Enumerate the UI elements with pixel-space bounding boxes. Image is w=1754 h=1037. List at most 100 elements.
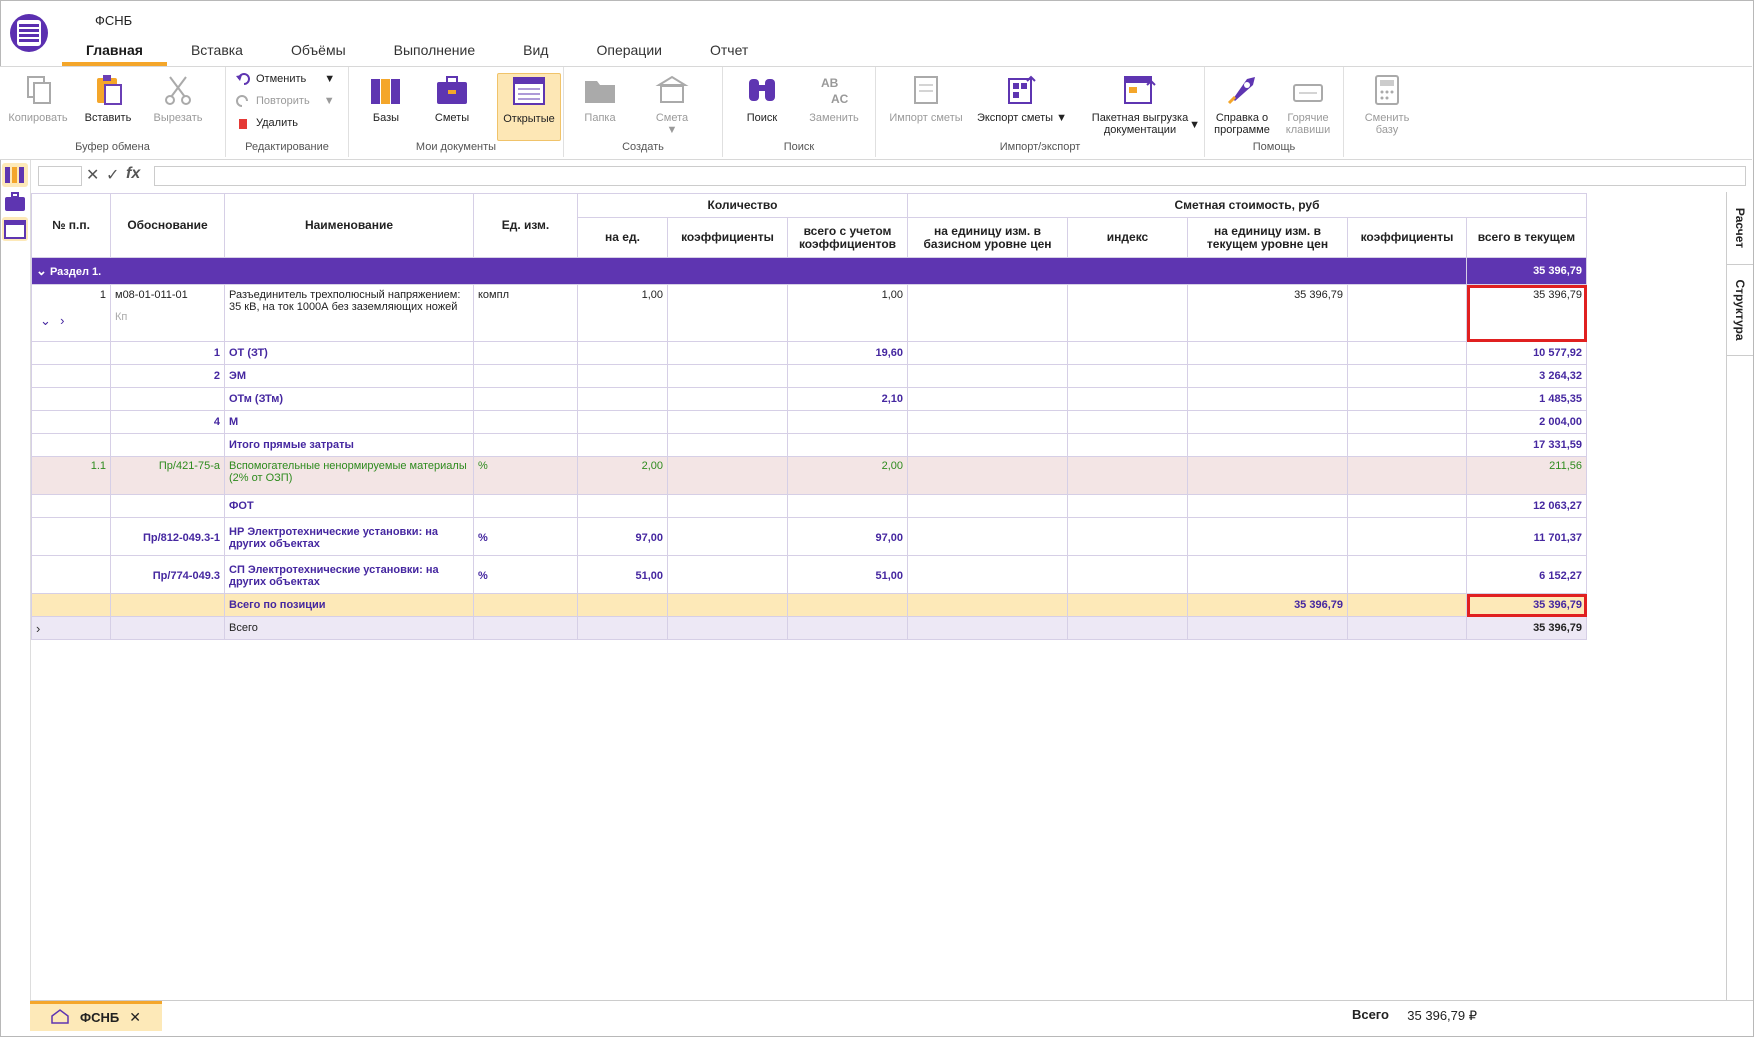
keyboard-icon [1291,73,1325,107]
tab-structure[interactable]: Структура [1727,265,1753,356]
table-row-m[interactable]: 4 М 2 004,00 [31,410,1587,434]
tab-calculation[interactable]: Расчет [1727,192,1753,265]
header-unit[interactable]: Ед. изм. [473,193,578,258]
header-cost-current[interactable]: на единицу изм. в текущем уровне цен [1187,217,1348,258]
header-qty-total[interactable]: всего с учетом коэффициентов [787,217,908,258]
chevron-down-icon[interactable]: ⌄ [40,313,51,328]
table-row-otm[interactable]: ОТм (ЗТм) 2,10 1 485,35 [31,387,1587,411]
document-tab[interactable]: ФСНБ ✕ [30,1001,162,1031]
table-row-grand-total[interactable]: › Всего 35 396,79 [31,616,1587,640]
redo-dropdown-icon[interactable]: ▼ [324,95,335,107]
batch-export-button[interactable]: Пакетная выгрузка документации ▼ [1082,73,1200,136]
section-row[interactable]: ⌄ Раздел 1. 35 396,79 [31,257,1587,285]
header-cost-index[interactable]: индекс [1067,217,1188,258]
table-row-direct-total[interactable]: Итого прямые затраты 17 331,59 [31,433,1587,457]
tab-execution[interactable]: Выполнение [370,38,499,66]
import-button[interactable]: Импорт сметы [884,73,968,124]
open-docs-side-icon[interactable] [2,217,28,241]
header-name[interactable]: Наименование [224,193,474,258]
undo-button[interactable]: Отменить ▼ [236,73,335,85]
table-row-aux-materials[interactable]: 1.1 Пр/421-75-а Вспомогательные ненормир… [31,456,1587,495]
tab-main[interactable]: Главная [62,38,167,66]
row-total-highlighted[interactable]: 35 396,79 [1466,284,1587,342]
tab-insert[interactable]: Вставка [167,38,267,66]
new-estimate-button[interactable]: Смета ▼ [644,73,700,136]
open-docs-button[interactable]: Открытые [497,73,561,141]
replace-button[interactable]: AB AC Заменить [803,73,865,124]
batch-export-icon [1123,73,1157,107]
close-icon[interactable]: ✕ [129,1009,141,1026]
header-cost: Сметная стоимость, руб [907,193,1587,218]
folder-button[interactable]: Папка [576,73,624,124]
estimates-button[interactable]: Сметы [425,73,479,124]
row-num: 1 [99,289,106,301]
table-row-em[interactable]: 2 ЭМ 3 264,32 [31,364,1587,388]
table-row-fot[interactable]: ФОТ 12 063,27 [31,494,1587,518]
position-total-highlighted[interactable]: 35 396,79 [1466,593,1587,617]
row-cost-current: 35 396,79 [1187,284,1348,342]
estimates-side-icon[interactable] [2,190,28,214]
table-row-nr[interactable]: Пр/812-049.3-1 НР Электротехнические уст… [31,517,1587,556]
redo-button[interactable]: Повторить ▼ [236,95,335,107]
coefficient-kp-label: Кп [115,311,128,323]
redo-icon [236,95,250,107]
cancel-icon[interactable]: ✕ [86,165,99,185]
svg-text:AB: AB [821,76,839,90]
home-icon[interactable] [50,1008,70,1027]
copy-icon [21,73,55,107]
replace-icon: AB AC [817,73,851,107]
paste-button[interactable]: Вставить [78,73,138,124]
status-bar: ФСНБ ✕ Всего 35 396,79 ₽ [30,1000,1753,1035]
bases-button[interactable]: Базы [359,73,413,124]
header-cost-base[interactable]: на единицу изм. в базисном уровне цен [907,217,1068,258]
chevron-right-icon[interactable]: › [36,621,40,636]
hotkeys-button[interactable]: Горячие клавиши [1277,73,1339,136]
cut-button[interactable]: Вырезать [146,73,210,124]
tab-volumes[interactable]: Объёмы [267,38,370,66]
formula-bar: ✕ ✓ fx [34,164,1746,186]
about-button[interactable]: Справка о программе [1209,73,1275,136]
table-row-sp[interactable]: Пр/774-049.3 СП Электротехнические устан… [31,555,1587,594]
group-clipboard: Копировать Вставить Вырезать Буфер обмен… [0,67,226,157]
switch-base-button[interactable]: Сменить базу [1352,73,1422,136]
confirm-icon[interactable]: ✓ [106,165,119,185]
find-button[interactable]: Поиск [737,73,787,124]
tab-report[interactable]: Отчет [686,38,772,66]
group-edit: Отменить ▼ Повторить ▼ Удалить Редактирова… [226,67,349,157]
delete-button[interactable]: Удалить [236,117,298,129]
undo-dropdown-icon[interactable]: ▼ [324,73,335,85]
header-basis[interactable]: Обоснование [110,193,225,258]
header-qty-per[interactable]: на ед. [577,217,668,258]
paste-icon [91,73,125,107]
trash-icon [236,117,250,129]
export-button[interactable]: Экспорт сметы ▼ [974,73,1070,124]
table-row-ot[interactable]: 1 ОТ (ЗТ) 19,60 10 577,92 [31,341,1587,365]
header-cost-total[interactable]: всего в текущем [1466,217,1587,258]
header-num[interactable]: № п.п. [31,193,111,258]
row-qty-per: 1,00 [577,284,668,342]
group-help: Справка о программе Горячие клавиши Помо… [1205,67,1344,157]
cell-reference-input[interactable] [38,166,82,186]
left-toolbar [0,160,31,1000]
batch-dropdown-icon[interactable]: ▼ [1189,119,1200,131]
group-docs: Базы Сметы Открытые Мои документы [349,67,564,157]
header-qty-coef[interactable]: коэффициенты [667,217,788,258]
header-cost-coef[interactable]: коэффициенты [1347,217,1467,258]
table-row-main[interactable]: 1 ⌄ › м08-01-011-01 Кп Разъединитель трех… [31,284,1587,342]
fx-icon[interactable]: fx [126,165,140,183]
tab-operations[interactable]: Операции [572,38,686,66]
copy-button[interactable]: Копировать [6,73,70,124]
group-label-io: Импорт/экспорт [999,141,1081,153]
formula-input[interactable] [154,166,1746,186]
group-io: Импорт сметы Экспорт сметы ▼ Пакетная вы… [876,67,1205,157]
bases-side-icon[interactable] [2,163,28,187]
table-row-position-total[interactable]: Всего по позиции 35 396,79 35 396,79 [31,593,1587,617]
estimate-dropdown-icon[interactable]: ▼ [644,124,700,136]
chevron-right-icon[interactable]: › [60,313,64,328]
tab-view[interactable]: Вид [499,38,572,66]
group-switch: Сменить базу [1344,67,1430,157]
scissors-icon [161,73,195,107]
app-logo-icon[interactable] [10,14,48,52]
export-dropdown-icon[interactable]: ▼ [1056,112,1067,124]
chevron-down-icon[interactable]: ⌄ [36,263,47,278]
